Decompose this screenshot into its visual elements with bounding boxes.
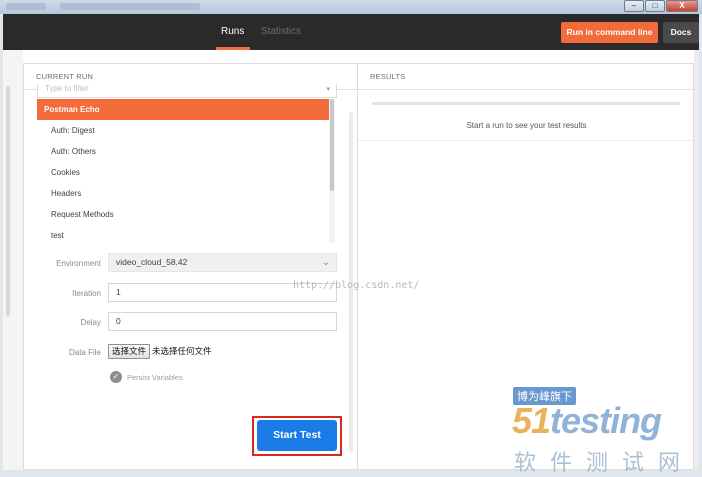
close-button[interactable]: X — [666, 0, 698, 12]
blurred-title — [6, 3, 46, 10]
watermark-subtitle: 软件测试网 — [514, 450, 695, 475]
iteration-label: Iteration — [72, 289, 101, 298]
blurred-title — [60, 3, 200, 10]
watermark-logo-text: testing — [550, 400, 662, 441]
delay-input[interactable]: 0 — [108, 312, 337, 331]
app-header: Runs Statistics Run in command line Docs — [3, 14, 699, 50]
delay-label: Delay — [80, 318, 101, 327]
start-test-button[interactable]: Start Test — [257, 420, 337, 451]
current-run-panel: CURRENT RUN Type to filter ▾ Postman Ech… — [23, 63, 359, 470]
tab-runs[interactable]: Runs — [221, 26, 244, 37]
results-title: RESULTS — [358, 64, 693, 90]
environment-value: video_cloud_58.42 — [116, 257, 188, 267]
window-titlebar: – □ X — [0, 0, 702, 14]
watermark-logo-number: 51 — [512, 400, 551, 441]
collection-scrollbar[interactable] — [330, 99, 334, 191]
tab-statistics[interactable]: Statistics — [261, 26, 301, 37]
docs-button[interactable]: Docs — [663, 22, 699, 43]
gutter-scrollbar[interactable] — [6, 86, 10, 316]
data-file-label: Data File — [68, 348, 101, 357]
file-status-text: 未选择任何文件 — [152, 346, 212, 356]
maximize-button[interactable]: □ — [645, 0, 665, 12]
url-watermark: http://blog.csdn.net/ — [293, 280, 420, 291]
choose-file-button[interactable]: 选择文件 — [108, 344, 151, 359]
environment-select[interactable]: video_cloud_58.42 ⌄ — [108, 253, 337, 272]
persist-variables-checkbox[interactable]: ✓ — [110, 371, 122, 383]
chevron-down-icon: ▾ — [326, 86, 330, 93]
minimize-button[interactable]: – — [624, 0, 644, 12]
results-progress-bar — [372, 102, 680, 105]
run-in-command-line-button[interactable]: Run in command line — [561, 22, 658, 43]
collection-list: Postman Echo Auth: Digest Auth: Others C… — [37, 99, 329, 243]
collection-item[interactable]: Auth: Digest — [37, 120, 329, 141]
collection-filter-input[interactable]: Type to filter ▾ — [37, 84, 337, 98]
divider — [358, 140, 693, 141]
right-gutter — [694, 50, 699, 470]
chevron-down-icon: ⌄ — [321, 257, 330, 268]
persist-variables-label: Persist Variables — [127, 373, 183, 382]
filter-placeholder: Type to filter — [45, 84, 89, 93]
collection-item[interactable]: Request Methods — [37, 204, 329, 225]
left-gutter — [3, 50, 23, 470]
watermark-logo: 51testing — [512, 400, 662, 442]
collection-item[interactable]: Postman Echo — [37, 99, 329, 120]
collection-item[interactable]: Auth: Others — [37, 141, 329, 162]
environment-label: Environment — [56, 259, 101, 268]
results-empty-message: Start a run to see your test results — [466, 121, 587, 130]
collection-item[interactable]: test — [37, 225, 329, 243]
window-controls: – □ X — [624, 0, 698, 12]
screen: – □ X Runs Statistics Run in command lin… — [0, 0, 702, 477]
collection-item[interactable]: Cookies — [37, 162, 329, 183]
collection-item[interactable]: Headers — [37, 183, 329, 204]
